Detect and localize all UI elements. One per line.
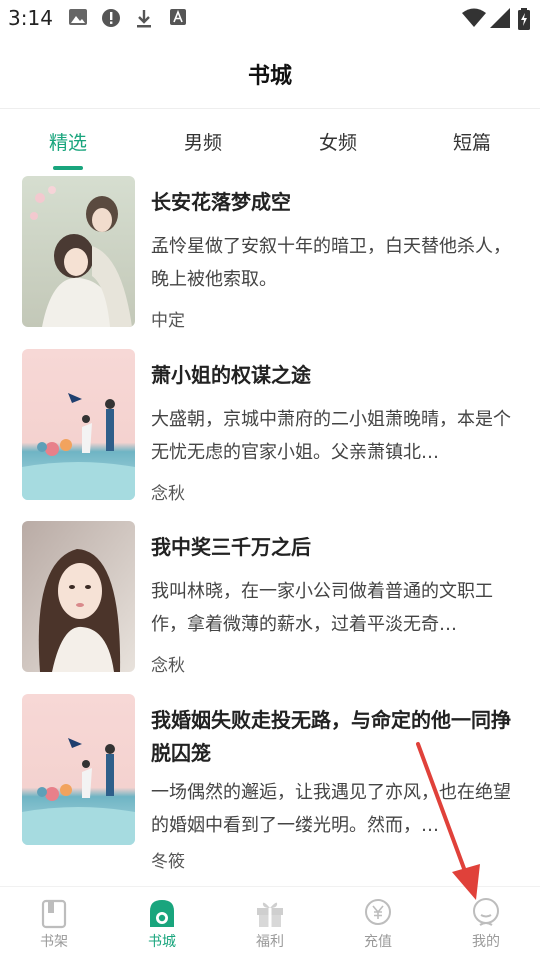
- recharge-icon: [365, 899, 391, 925]
- book-title: 萧小姐的权谋之途: [151, 363, 311, 387]
- book-author: 念秋: [151, 484, 185, 504]
- book-description: 一场偶然的邂逅，让我遇见了亦风，也在绝望的婚姻中看到了一缕光明。然而，…: [151, 782, 511, 836]
- book-description: 大盛朝，京城中萧府的二小姐萧晚晴，本是个无忧无虑的官家小姐。父亲萧镇北…: [151, 409, 511, 463]
- wifi-icon: [462, 8, 486, 27]
- tab-female[interactable]: 女频: [283, 128, 393, 155]
- category-tabs: 精选 男频 女频 短篇: [0, 108, 540, 172]
- nav-bookstore-label: 书城: [148, 934, 176, 950]
- book-author: 冬筱: [151, 852, 185, 872]
- nav-welfare[interactable]: 福利: [216, 887, 324, 961]
- book-description: 孟怜星做了安叙十年的暗卫，白天替他杀人，晚上被他索取。: [151, 236, 511, 290]
- signal-icon: [490, 8, 510, 28]
- bookshelf-icon: [41, 899, 67, 929]
- book-item[interactable]: 萧小姐的权谋之途 大盛朝，京城中萧府的二小姐萧晚晴，本是个无忧无虑的官家小姐。父…: [0, 349, 540, 505]
- book-cover-image: [22, 694, 135, 845]
- bottom-nav: 书架 书城 福利 充值 我的: [0, 886, 540, 961]
- page-title: 书城: [247, 64, 292, 89]
- battery-icon: [518, 8, 530, 30]
- tab-short[interactable]: 短篇: [417, 128, 527, 155]
- book-cover: [22, 694, 135, 845]
- profile-icon: [473, 898, 499, 926]
- book-cover-image: [22, 349, 135, 500]
- header: 书城: [0, 38, 540, 109]
- tab-male[interactable]: 男频: [148, 128, 258, 155]
- nav-bookshelf[interactable]: 书架: [0, 887, 108, 961]
- book-item[interactable]: 我中奖三千万之后 我叫林晓，在一家小公司做着普通的文职工作，拿着微薄的薪水，过着…: [0, 521, 540, 677]
- nav-welfare-label: 福利: [256, 934, 284, 950]
- active-tab-indicator: [53, 166, 83, 170]
- book-cover: [22, 521, 135, 672]
- book-cover-image: [22, 521, 135, 672]
- nav-bookstore[interactable]: 书城: [108, 887, 216, 961]
- status-bar: 3:14: [0, 0, 540, 38]
- download-icon: [137, 10, 151, 28]
- book-cover-image: [22, 176, 135, 327]
- nav-profile-label: 我的: [472, 934, 500, 950]
- bookstore-icon: [150, 900, 174, 927]
- book-author: 中定: [151, 311, 185, 331]
- book-cover: [22, 176, 135, 327]
- image-icon: [69, 9, 87, 25]
- book-title: 我婚姻失败走投无路，与命定的他一同挣脱囚笼: [151, 708, 511, 765]
- nav-recharge-label: 充值: [364, 934, 392, 950]
- book-item[interactable]: 我婚姻失败走投无路，与命定的他一同挣脱囚笼 一场偶然的邂逅，让我遇见了亦风，也在…: [0, 694, 540, 872]
- nav-bookshelf-label: 书架: [40, 934, 68, 950]
- alert-icon: [102, 9, 120, 27]
- book-title: 我中奖三千万之后: [151, 535, 311, 559]
- status-time: 3:14: [8, 6, 53, 30]
- book-description: 我叫林晓，在一家小公司做着普通的文职工作，拿着微薄的薪水，过着平淡无奇…: [151, 581, 493, 635]
- book-item[interactable]: 长安花落梦成空 孟怜星做了安叙十年的暗卫，白天替他杀人，晚上被他索取。 中定: [0, 176, 540, 332]
- gift-icon: [257, 902, 283, 927]
- tab-featured[interactable]: 精选: [13, 128, 123, 155]
- book-cover: [22, 349, 135, 500]
- book-author: 念秋: [151, 656, 185, 676]
- nav-profile[interactable]: 我的: [432, 887, 540, 961]
- app-notification-icon: [170, 9, 186, 25]
- book-title: 长安花落梦成空: [151, 190, 291, 214]
- nav-recharge[interactable]: 充值: [324, 887, 432, 961]
